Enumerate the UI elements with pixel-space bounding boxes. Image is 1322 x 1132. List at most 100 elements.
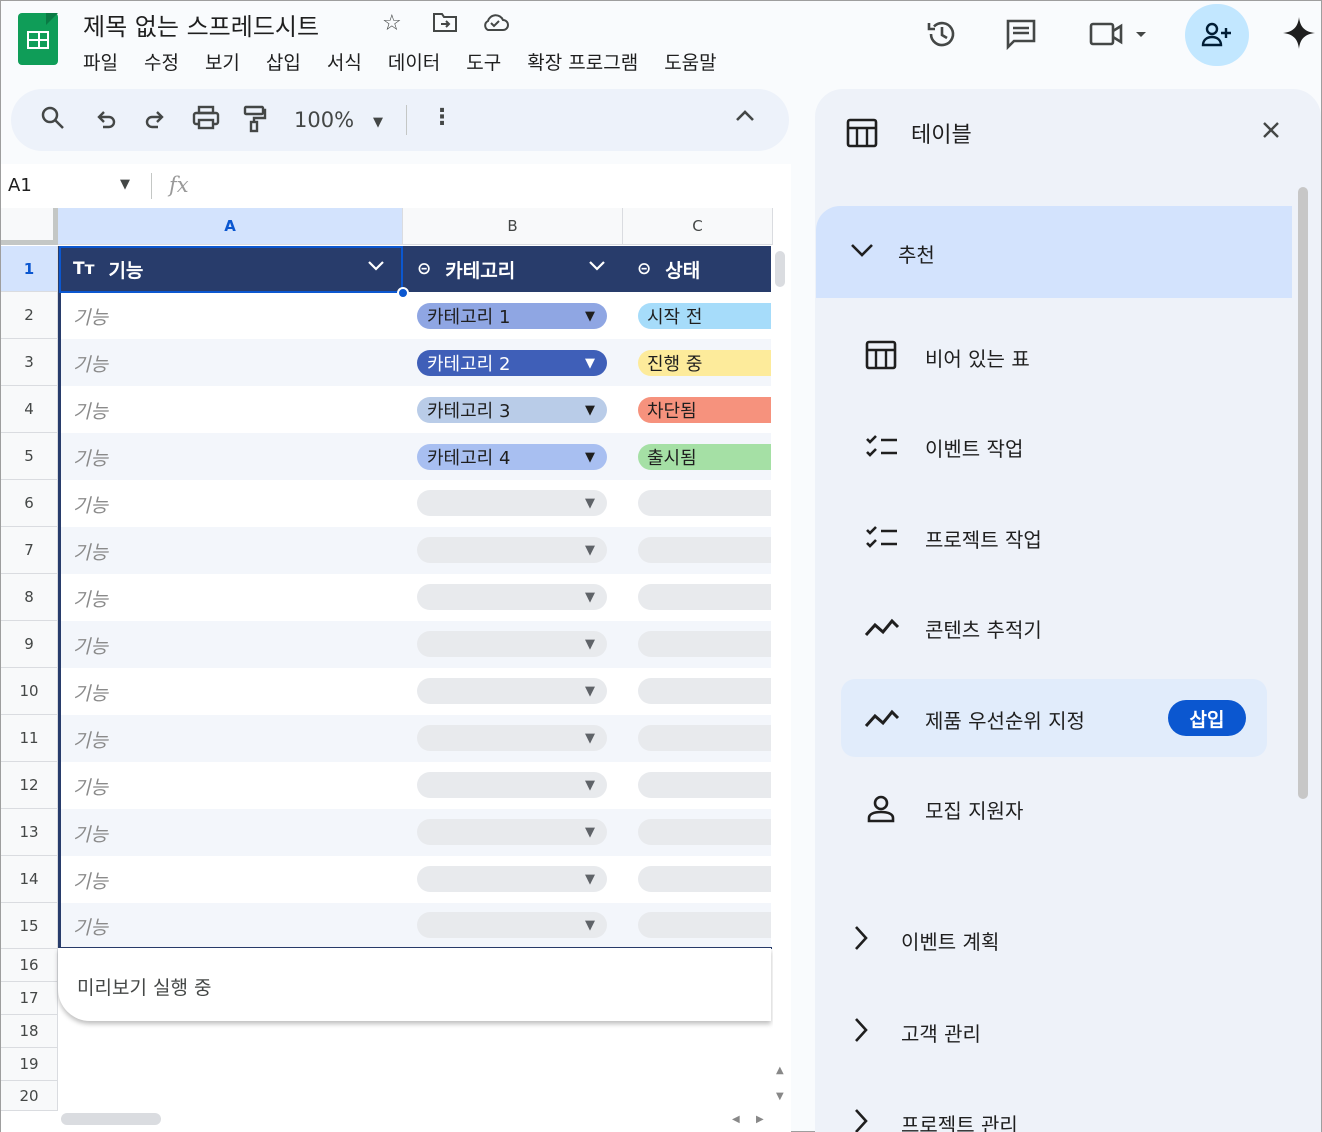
row-header[interactable]: 12 [1,762,58,809]
select-all-corner[interactable] [1,208,58,245]
feature-cell[interactable]: 기능 [73,913,108,940]
feature-cell[interactable]: 기능 [73,820,108,847]
print-icon[interactable] [192,105,220,137]
column-menu-chevron-icon[interactable] [588,256,606,277]
zoom-select[interactable]: 100% [294,108,354,132]
panel-scrollbar[interactable] [1298,187,1308,799]
formula-input[interactable] [201,169,781,203]
status-chip-empty[interactable] [638,537,771,563]
row-header[interactable]: 16 [1,949,58,982]
row-header[interactable]: 11 [1,715,58,762]
version-history-icon[interactable] [922,17,962,58]
template-recruiting[interactable]: 모집 지원자 [925,795,1023,824]
template-event-tasks[interactable]: 이벤트 작업 [925,433,1023,462]
status-chip-empty[interactable] [638,584,771,610]
horizontal-scroll-thumb[interactable] [61,1113,161,1125]
table-header-category[interactable]: ⊝ 카테고리 [417,246,515,292]
category-chip-empty[interactable]: ▼ [417,584,607,610]
row-header[interactable]: 8 [1,574,58,621]
meet-icon[interactable] [1087,17,1149,58]
menu-view[interactable]: 보기 [192,48,253,75]
collapse-toolbar-icon[interactable] [734,107,756,127]
row-header[interactable]: 13 [1,809,58,856]
column-header-c[interactable]: C [623,208,773,245]
row-header[interactable]: 14 [1,856,58,903]
more-options-icon[interactable]: ⋮ [431,105,453,130]
category-chip[interactable]: 카테고리 4 ▼ [417,444,607,470]
category-chip-empty[interactable]: ▼ [417,725,607,751]
category-chip[interactable]: 카테고리 2 ▼ [417,350,607,376]
feature-cell[interactable]: 기능 [73,679,108,706]
menu-extensions[interactable]: 확장 프로그램 [514,48,651,75]
feature-cell[interactable]: 기능 [73,726,108,753]
category-chip-empty[interactable]: ▼ [417,866,607,892]
row-header[interactable]: 4 [1,386,58,433]
scroll-right-arrow-icon[interactable]: ▶ [756,1114,764,1125]
status-chip[interactable]: 진행 중 [638,350,771,376]
row-header[interactable]: 20 [1,1081,58,1111]
paint-format-icon[interactable] [243,105,267,139]
feature-cell[interactable]: 기능 [73,773,108,800]
sheets-logo[interactable] [18,13,58,65]
row-header[interactable]: 6 [1,480,58,527]
row-header[interactable]: 5 [1,433,58,480]
chevron-right-icon[interactable] [852,1016,870,1050]
feature-cell[interactable]: 기능 [73,303,108,330]
row-header[interactable]: 17 [1,982,58,1015]
recommended-section-header[interactable] [816,206,1292,298]
column-header-b[interactable]: B [403,208,623,245]
status-chip-empty[interactable] [638,866,771,892]
vertical-scrollbar[interactable] [773,246,787,1106]
zoom-dropdown-icon[interactable]: ▼ [373,115,383,130]
chevron-right-icon[interactable] [852,1107,870,1132]
name-box-dropdown-icon[interactable]: ▼ [120,177,130,192]
category-chip-empty[interactable]: ▼ [417,631,607,657]
move-folder-icon[interactable] [432,11,458,39]
chevron-right-icon[interactable] [852,924,870,958]
comments-icon[interactable] [1001,17,1041,58]
status-chip-empty[interactable] [638,631,771,657]
scroll-down-arrow-icon[interactable]: ▼ [776,1091,784,1102]
redo-icon[interactable] [143,105,167,135]
template-content-tracker[interactable]: 콘텐츠 추적기 [925,614,1042,643]
menu-file[interactable]: 파일 [83,48,131,75]
row-header[interactable]: 1 [1,246,58,292]
feature-cell[interactable]: 기능 [73,585,108,612]
row-header[interactable]: 19 [1,1048,58,1081]
template-empty-table[interactable]: 비어 있는 표 [925,343,1030,372]
row-header[interactable]: 9 [1,621,58,668]
category-chip-empty[interactable]: ▼ [417,678,607,704]
row-header[interactable]: 3 [1,339,58,386]
status-chip-empty[interactable] [638,912,771,938]
menu-help[interactable]: 도움말 [651,48,729,75]
column-header-a[interactable]: A [58,208,403,245]
gemini-icon[interactable] [1279,15,1319,58]
status-chip[interactable]: 차단됨 [638,397,771,423]
row-header[interactable]: 7 [1,527,58,574]
row-header[interactable]: 15 [1,903,58,949]
feature-cell[interactable]: 기능 [73,867,108,894]
feature-cell[interactable]: 기능 [73,444,108,471]
section-project-management[interactable]: 프로젝트 관리 [901,1109,1018,1132]
row-header[interactable]: 2 [1,292,58,339]
feature-cell[interactable]: 기능 [73,491,108,518]
table-header-status[interactable]: ⊝ 상태 [637,246,700,292]
cloud-saved-icon[interactable] [480,11,510,39]
row-header[interactable]: 18 [1,1015,58,1048]
star-icon[interactable]: ☆ [382,11,402,36]
fill-handle[interactable] [397,287,409,299]
close-icon[interactable] [1261,117,1281,147]
category-chip-empty[interactable]: ▼ [417,537,607,563]
status-chip[interactable]: 시작 전 [638,303,771,329]
status-chip-empty[interactable] [638,772,771,798]
menu-data[interactable]: 데이터 [375,48,453,75]
section-customer-management[interactable]: 고객 관리 [901,1018,981,1047]
category-chip-empty[interactable]: ▼ [417,819,607,845]
search-menus-icon[interactable] [40,105,66,137]
scroll-left-arrow-icon[interactable]: ◀ [732,1114,740,1125]
template-project-tasks[interactable]: 프로젝트 작업 [925,524,1042,553]
category-chip-empty[interactable]: ▼ [417,772,607,798]
row-header[interactable]: 10 [1,668,58,715]
scroll-up-arrow-icon[interactable]: ▲ [776,1065,784,1076]
share-button[interactable] [1185,4,1249,66]
